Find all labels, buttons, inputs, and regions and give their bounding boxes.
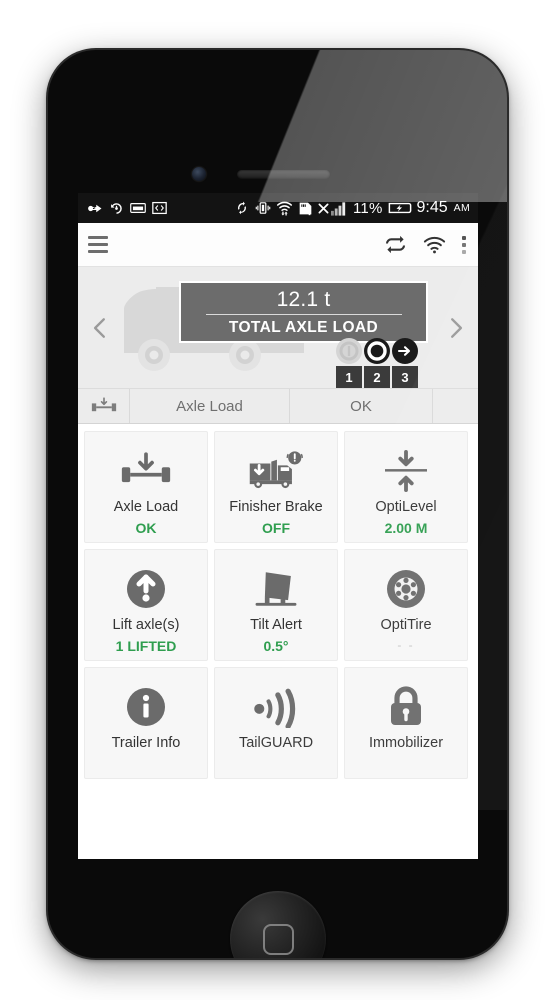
vibrate-icon xyxy=(255,200,271,216)
axle-load-icon xyxy=(120,445,172,497)
immobilizer-icon xyxy=(386,681,426,733)
function-card-grid: Axle Load OK Finisher Brake OFF OptiLeve… xyxy=(78,424,478,779)
card-status: 2.00 M xyxy=(384,520,428,536)
card-optitire[interactable]: OptiTire - - xyxy=(344,549,468,661)
total-load-value: 12.1 t xyxy=(276,287,331,311)
app-toolbar xyxy=(78,223,478,267)
trailer-info-icon xyxy=(124,681,168,733)
overflow-menu-icon[interactable] xyxy=(462,235,466,254)
card-title: Axle Load xyxy=(113,499,179,515)
optilevel-icon xyxy=(383,445,429,497)
battery-charging-icon xyxy=(388,201,412,215)
axle-loaded-icon xyxy=(364,338,390,364)
earpiece-speaker xyxy=(237,170,330,179)
card-optilevel[interactable]: OptiLevel 2.00 M xyxy=(344,431,468,543)
axle-indicator-1[interactable]: 1 xyxy=(336,338,362,388)
card-title: Tilt Alert xyxy=(250,617,302,633)
axle-steer-icon xyxy=(392,338,418,364)
usb-debugging-icon xyxy=(88,201,103,216)
lift-axle-icon xyxy=(124,563,168,615)
card-title: Immobilizer xyxy=(368,735,444,751)
card-title: Lift axle(s) xyxy=(112,617,180,633)
axle-indicator-3[interactable]: 3 xyxy=(392,338,418,388)
axle-load-icon xyxy=(78,389,130,423)
card-status: - - xyxy=(397,638,415,652)
clock-time: 9:45 xyxy=(416,199,448,216)
bezel-gloss-overlay xyxy=(48,50,507,202)
card-title: Trailer Info xyxy=(111,735,181,751)
hamburger-menu-icon[interactable] xyxy=(88,236,108,253)
card-title: Finisher Brake xyxy=(229,499,323,515)
axle-number-3: 3 xyxy=(392,366,418,388)
card-status: OFF xyxy=(262,520,290,536)
card-axle-load[interactable]: Axle Load OK xyxy=(84,431,208,543)
screenshot-icon xyxy=(130,201,146,215)
card-immobilizer[interactable]: Immobilizer xyxy=(344,667,468,779)
optitire-icon xyxy=(384,563,428,615)
tailguard-icon xyxy=(250,681,302,733)
axle-indicator-2[interactable]: 2 xyxy=(364,338,390,388)
summary-spacer xyxy=(433,389,478,423)
card-status: OK xyxy=(135,520,157,536)
phone-device-frame: 11% 9:45 AM 12.1 t TOTAL AXLE LOAD 1 2 3… xyxy=(48,50,507,958)
phone-screen: 11% 9:45 AM 12.1 t TOTAL AXLE LOAD 1 2 3… xyxy=(78,193,478,859)
card-tilt-alert[interactable]: Tilt Alert 0.5° xyxy=(214,549,338,661)
axle-number-1: 1 xyxy=(336,366,362,388)
axle-indicator-group: 1 2 3 xyxy=(336,338,418,388)
card-title: OptiLevel xyxy=(375,499,437,515)
status-summary-row: Axle Load OK xyxy=(78,389,478,424)
signal-bars-icon xyxy=(330,201,348,216)
axle-number-2: 2 xyxy=(364,366,390,388)
summary-status-value: OK xyxy=(290,389,433,423)
developer-code-icon xyxy=(152,201,167,215)
battery-percent-label: 11% xyxy=(352,199,383,217)
wifi-icon[interactable] xyxy=(423,235,446,255)
summary-function-name[interactable]: Axle Load xyxy=(130,389,290,423)
axle-lifted-icon xyxy=(336,338,362,364)
home-button[interactable] xyxy=(230,891,326,958)
wifi-transfer-icon xyxy=(276,200,293,216)
sync-icon xyxy=(234,200,250,216)
chevron-right-icon[interactable] xyxy=(443,315,469,341)
card-title: TailGUARD xyxy=(238,735,314,751)
clock-ampm: AM xyxy=(453,202,470,214)
sync-rotate-icon xyxy=(109,201,124,216)
card-status: 1 LIFTED xyxy=(115,638,177,654)
vehicle-overview-panel: 12.1 t TOTAL AXLE LOAD 1 2 3 xyxy=(78,267,478,389)
total-load-label: TOTAL AXLE LOAD xyxy=(228,318,379,336)
card-status: 0.5° xyxy=(263,638,289,654)
card-finisher-brake[interactable]: Finisher Brake OFF xyxy=(214,431,338,543)
sd-card-warning-icon xyxy=(298,201,313,216)
card-trailer-info[interactable]: Trailer Info xyxy=(84,667,208,779)
front-camera-icon xyxy=(192,167,206,181)
finisher-brake-icon xyxy=(246,445,306,497)
sync-refresh-icon[interactable] xyxy=(384,233,407,256)
no-sim-icon xyxy=(318,203,329,214)
android-status-bar: 11% 9:45 AM xyxy=(78,193,478,223)
home-square-icon xyxy=(263,924,294,955)
card-lift-axles[interactable]: Lift axle(s) 1 LIFTED xyxy=(84,549,208,661)
total-axle-load-badge: 12.1 t TOTAL AXLE LOAD xyxy=(179,281,428,343)
card-title: OptiTire xyxy=(380,617,432,633)
tilt-alert-icon xyxy=(250,563,302,615)
card-tailguard[interactable]: TailGUARD xyxy=(214,667,338,779)
